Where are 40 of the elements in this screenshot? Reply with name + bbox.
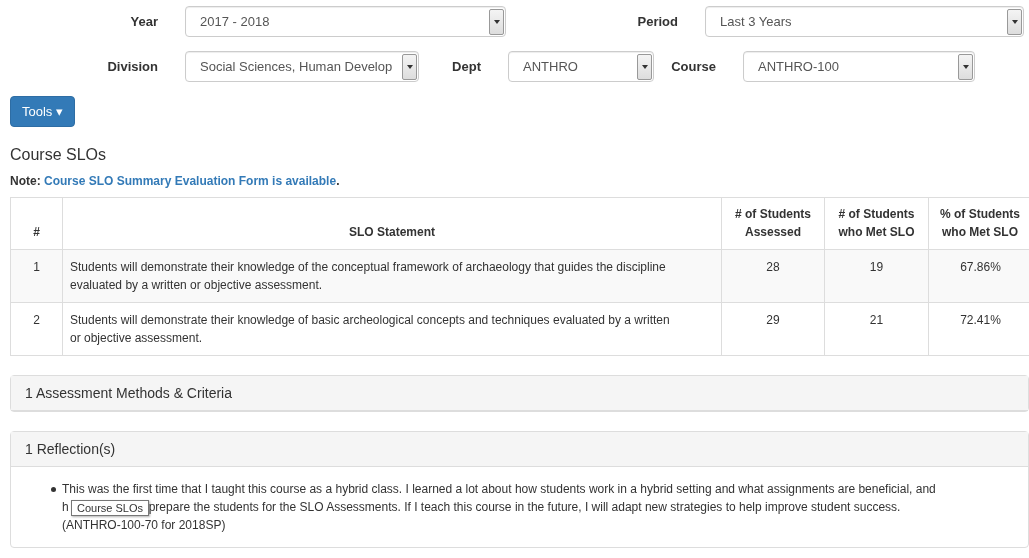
table-cell: 19 — [824, 249, 929, 303]
table-cell: 67.86% — [928, 249, 1029, 303]
reflection-text: This was the first time that I taught this course as a hybrid class. I learned a lot about how students work in a hybrid setting and what assignments are beneficial, and — [62, 481, 936, 498]
dropdown-field[interactable]: ANTHRO — [508, 51, 654, 82]
table-cell: 29 — [721, 302, 825, 356]
caret-down-icon — [406, 64, 413, 69]
panel-heading[interactable]: 1 Assessment Methods & Criteria — [11, 376, 1028, 411]
column-header: # of Students Assessed — [721, 197, 825, 250]
dropdown-field[interactable]: Social Sciences, Human Develop — [185, 51, 419, 82]
bullet-icon — [51, 487, 56, 492]
field-label: Dept — [451, 59, 481, 74]
column-header: # of Students who Met SLO — [824, 197, 929, 250]
reflection-text: prepare the students for the SLO Assessments. If I teach this course in the future, I will adapt new strategies to help improve student success. — [148, 499, 901, 516]
section-title: Course SLOs — [10, 146, 108, 164]
table-cell: 1 — [10, 249, 63, 303]
caret-down-icon — [1011, 19, 1018, 24]
caret-down-icon — [962, 64, 969, 69]
field-label: Course — [670, 59, 716, 74]
reflection-text: (ANTHRO-100-70 for 2018SP) — [62, 517, 226, 534]
dropdown-field[interactable]: 2017 - 2018 — [185, 6, 506, 37]
column-header: % of Students who Met SLO — [928, 197, 1029, 250]
table-cell: 21 — [824, 302, 929, 356]
field-label: Division — [106, 59, 158, 74]
dropdown-field[interactable]: Last 3 Years — [705, 6, 1024, 37]
panel-heading[interactable]: 1 Reflection(s) — [11, 432, 1028, 467]
tools-button[interactable]: Tools ▾ — [10, 96, 75, 127]
field-label: Period — [636, 14, 678, 29]
column-header: # — [10, 197, 63, 250]
field-label: Year — [129, 14, 158, 29]
tooltip: Course SLOs — [71, 500, 150, 516]
table-cell: Students will demonstrate their knowledge of the conceptual framework of archaeology that guides the discipline evaluated by a written or objective assessment. — [62, 249, 722, 303]
table-cell: 28 — [721, 249, 825, 303]
reflection-text: h — [62, 499, 69, 516]
table-cell: 2 — [10, 302, 63, 356]
caret-down-icon — [641, 64, 648, 69]
table-cell: Students will demonstrate their knowledge of basic archeological concepts and techniques evaluated by a written or objective assessment. — [62, 302, 722, 356]
caret-down-icon — [493, 19, 500, 24]
column-header: SLO Statement — [62, 197, 722, 250]
dropdown-field[interactable]: ANTHRO-100 — [743, 51, 975, 82]
note-text: Note: Course SLO Summary Evaluation Form is available. — [10, 174, 341, 188]
